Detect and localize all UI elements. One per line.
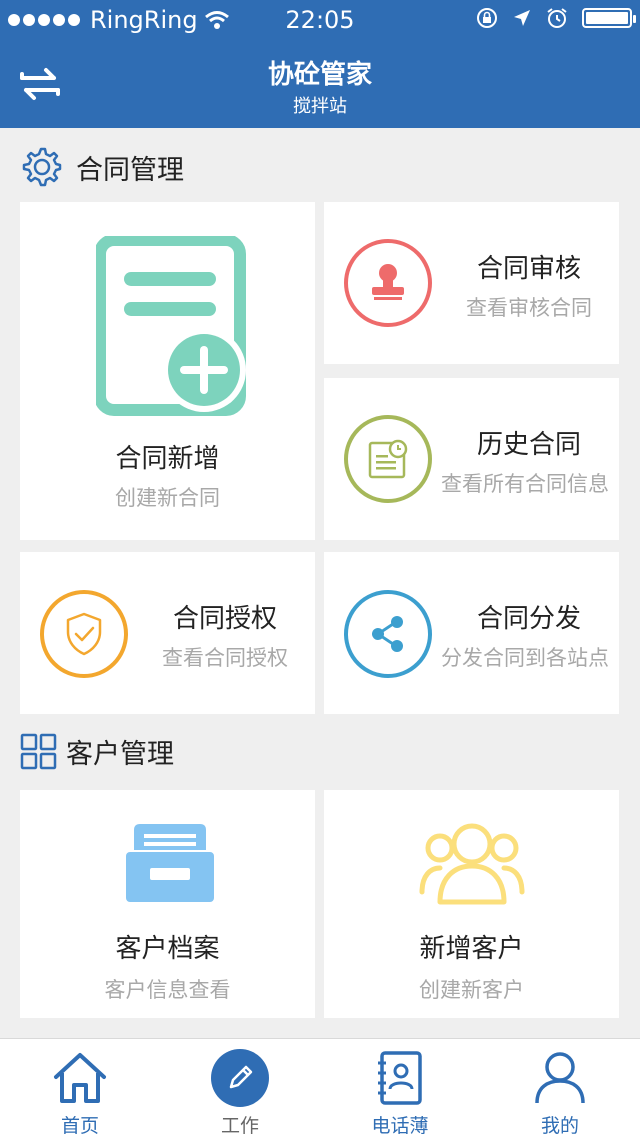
nav-bar: 协砼管家 搅拌站: [0, 40, 640, 128]
tile-contract-distribute-title: 合同分发: [476, 604, 581, 634]
tile-contract-auth-title: 合同授权: [172, 604, 277, 634]
tile-contract-auth-sub: 查看合同授权: [162, 646, 288, 670]
section-customer-header: 客户管理: [20, 732, 174, 771]
person-icon: [535, 1052, 585, 1104]
tile-customer-new-title: 新增客户: [419, 934, 524, 964]
tile-contract-review-sub: 查看审核合同: [466, 296, 592, 320]
section-contract-header: 合同管理: [20, 146, 184, 188]
section-customer-label: 客户管理: [66, 739, 174, 770]
tab-work-label: 工作: [220, 1115, 259, 1136]
contacts-book-icon: [378, 1051, 422, 1105]
tile-contract-distribute[interactable]: 合同分发 分发合同到各站点: [324, 552, 619, 714]
tile-contract-review-title: 合同审核: [476, 254, 581, 284]
shield-check-icon: [40, 590, 128, 678]
pencil-icon: [211, 1049, 269, 1107]
document-add-icon: [96, 236, 246, 416]
tile-contract-history-sub: 查看所有合同信息: [441, 472, 609, 496]
share-icon: [344, 590, 432, 678]
tile-customer-archive-sub: 客户信息查看: [104, 978, 231, 1002]
tab-me-label: 我的: [540, 1115, 579, 1136]
page-title: 协砼管家: [267, 60, 372, 90]
section-contract-label: 合同管理: [76, 154, 184, 186]
tile-customer-archive-title: 客户档案: [115, 934, 220, 964]
battery-icon: [582, 8, 636, 28]
stamp-icon: [344, 239, 432, 327]
tile-customer-archive[interactable]: 客户档案 客户信息查看: [20, 790, 315, 1018]
tile-contract-distribute-sub: 分发合同到各站点: [441, 646, 609, 670]
alarm-icon: [547, 8, 567, 28]
status-bar: RingRing 22:05: [0, 0, 640, 40]
tile-contract-new-sub: 创建新合同: [115, 486, 220, 510]
tab-contacts-label: 电话薄: [371, 1115, 429, 1136]
tile-contract-history[interactable]: 历史合同 查看所有合同信息: [324, 378, 619, 540]
tab-bar: 首页 工作 电话薄 我的: [0, 1038, 640, 1136]
tile-contract-auth[interactable]: 合同授权 查看合同授权: [20, 552, 315, 714]
tab-work[interactable]: 工作: [160, 1039, 320, 1136]
rotation-lock-icon: [477, 8, 497, 28]
home-icon: [54, 1053, 106, 1103]
tile-customer-new[interactable]: 新增客户 创建新客户: [324, 790, 619, 1018]
tab-me[interactable]: 我的: [480, 1039, 640, 1136]
tile-contract-new-title: 合同新增: [115, 444, 220, 474]
tile-customer-new-sub: 创建新客户: [419, 978, 524, 1002]
tab-home[interactable]: 首页: [0, 1039, 160, 1136]
document-clock-icon: [344, 415, 432, 503]
status-icons: [476, 7, 636, 29]
location-arrow-icon: [514, 10, 530, 26]
tab-contacts[interactable]: 电话薄: [320, 1039, 480, 1136]
top-bar: RingRing 22:05 协砼管家 搅拌站: [0, 0, 640, 128]
gear-icon: [22, 147, 62, 187]
tile-contract-review[interactable]: 合同审核 查看审核合同: [324, 202, 619, 364]
people-group-icon: [419, 823, 525, 905]
tile-contract-history-title: 历史合同: [476, 430, 581, 460]
tab-home-label: 首页: [60, 1115, 99, 1136]
tile-contract-new[interactable]: 合同新增 创建新合同: [20, 202, 315, 540]
grid-icon: [20, 733, 57, 769]
page-subtitle: 搅拌站: [293, 96, 347, 117]
archive-box-icon: [126, 824, 214, 902]
